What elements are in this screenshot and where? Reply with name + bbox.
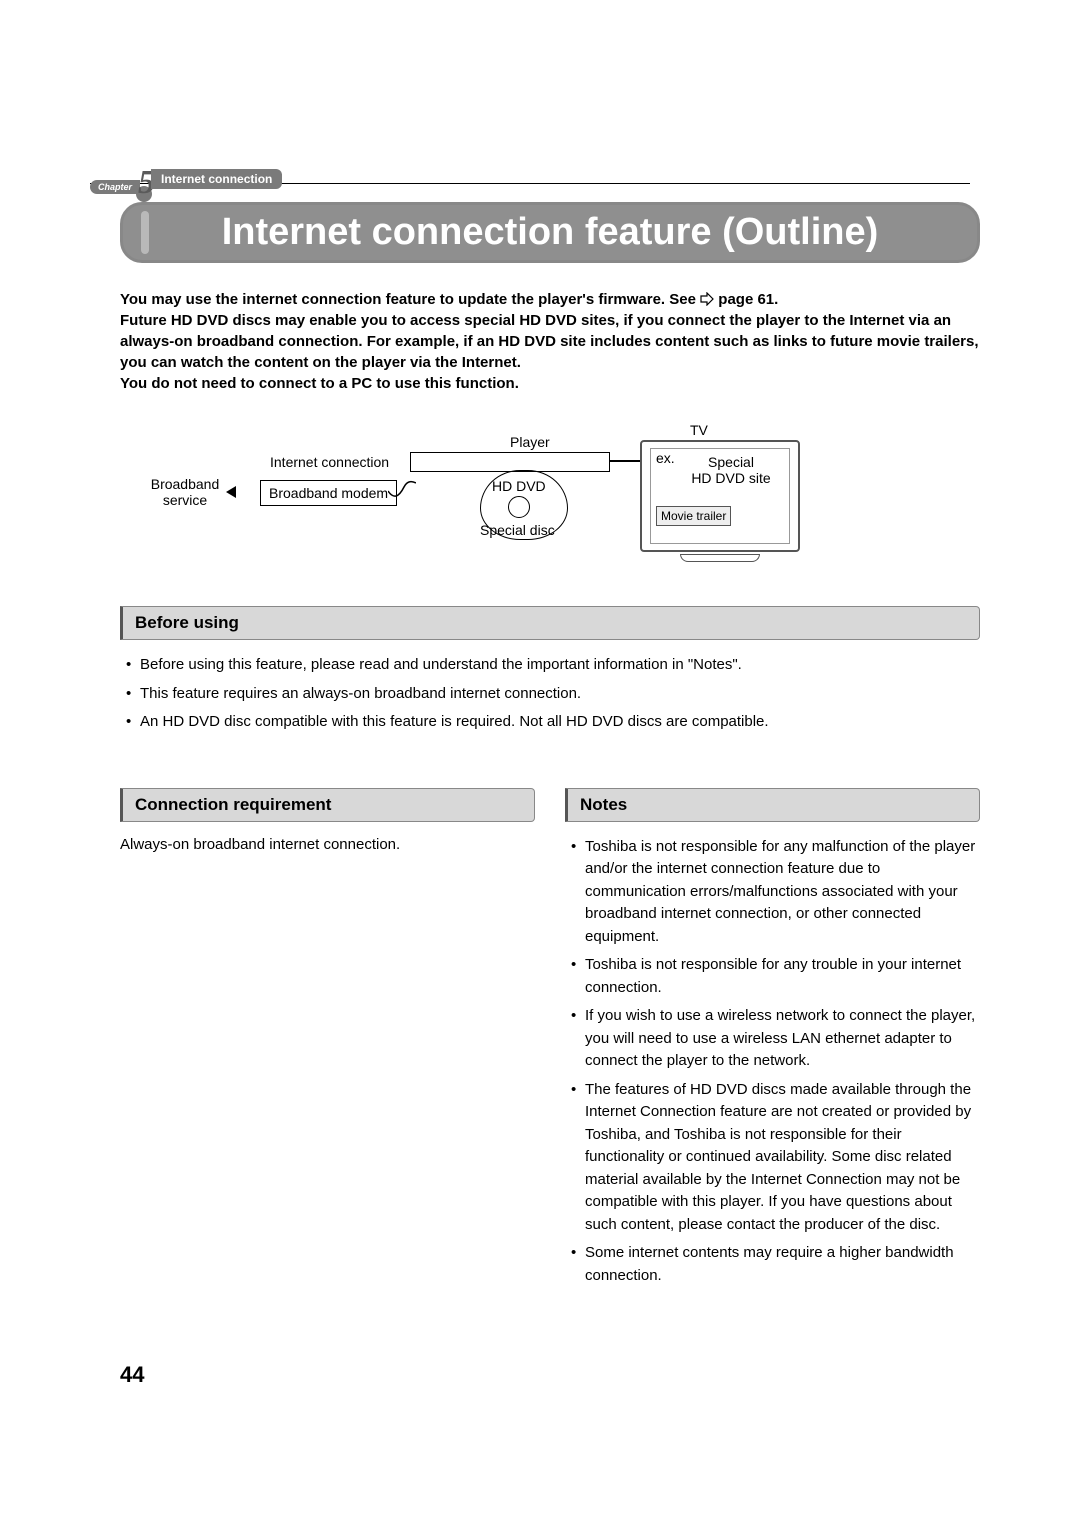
- chapter-tab: Chapter 5 Internet connection: [90, 168, 282, 206]
- tv-label: TV: [690, 422, 708, 438]
- chapter-title: Internet connection: [151, 169, 282, 189]
- internet-connection-label: Internet connection: [270, 454, 389, 470]
- notes-header: Notes: [565, 788, 980, 822]
- cable-curve-icon: [388, 477, 416, 505]
- player-box: [410, 452, 610, 472]
- player-tv-line: [610, 460, 640, 462]
- list-item: An HD DVD disc compatible with this feat…: [126, 711, 980, 734]
- player-label: Player: [510, 434, 550, 450]
- intro-line2: Future HD DVD discs may enable you to ac…: [120, 312, 979, 371]
- example-label: ex.: [656, 450, 675, 466]
- main-title-bar: Internet connection feature (Outline): [120, 202, 980, 263]
- intro-paragraph: You may use the internet connection feat…: [120, 289, 980, 394]
- arrow-left-icon: [226, 486, 236, 498]
- list-item: If you wish to use a wireless network to…: [571, 1005, 980, 1073]
- page-ref-arrow-icon: [700, 291, 714, 305]
- arrow-line: [120, 422, 146, 424]
- connection-requirement-text: Always-on broadband internet connection.: [120, 836, 535, 853]
- connection-requirement-column: Connection requirement Always-on broadba…: [120, 764, 535, 1294]
- broadband-modem-box: Broadband modem: [260, 480, 397, 506]
- intro-line1b: page 61.: [718, 291, 778, 308]
- notes-column: Notes Toshiba is not responsible for any…: [565, 764, 980, 1294]
- intro-line3: You do not need to connect to a PC to us…: [120, 375, 519, 392]
- special-disc-label: Special disc: [480, 522, 555, 538]
- intro-line1a: You may use the internet connection feat…: [120, 291, 700, 308]
- hd-dvd-label: HD DVD: [492, 478, 546, 494]
- list-item: Some internet contents may require a hig…: [571, 1242, 980, 1287]
- list-item: Before using this feature, please read a…: [126, 654, 980, 677]
- before-using-list: Before using this feature, please read a…: [120, 654, 980, 734]
- chapter-label: Chapter: [90, 180, 140, 194]
- disc-inner-circle: [508, 496, 530, 518]
- main-title: Internet connection feature (Outline): [222, 211, 879, 253]
- before-using-header: Before using: [120, 606, 980, 640]
- tv-stand: [680, 554, 760, 562]
- connection-requirement-header: Connection requirement: [120, 788, 535, 822]
- list-item: This feature requires an always-on broad…: [126, 683, 980, 706]
- connection-diagram: Broadband service Internet connection Br…: [120, 422, 980, 582]
- list-item: Toshiba is not responsible for any troub…: [571, 954, 980, 999]
- notes-list: Toshiba is not responsible for any malfu…: [565, 836, 980, 1288]
- list-item: Toshiba is not responsible for any malfu…: [571, 836, 980, 949]
- movie-trailer-box: Movie trailer: [656, 506, 731, 526]
- page-number: 44: [120, 1362, 144, 1388]
- special-site-label: Special HD DVD site: [676, 454, 786, 486]
- broadband-service-label: Broadband service: [140, 476, 230, 508]
- list-item: The features of HD DVD discs made availa…: [571, 1079, 980, 1237]
